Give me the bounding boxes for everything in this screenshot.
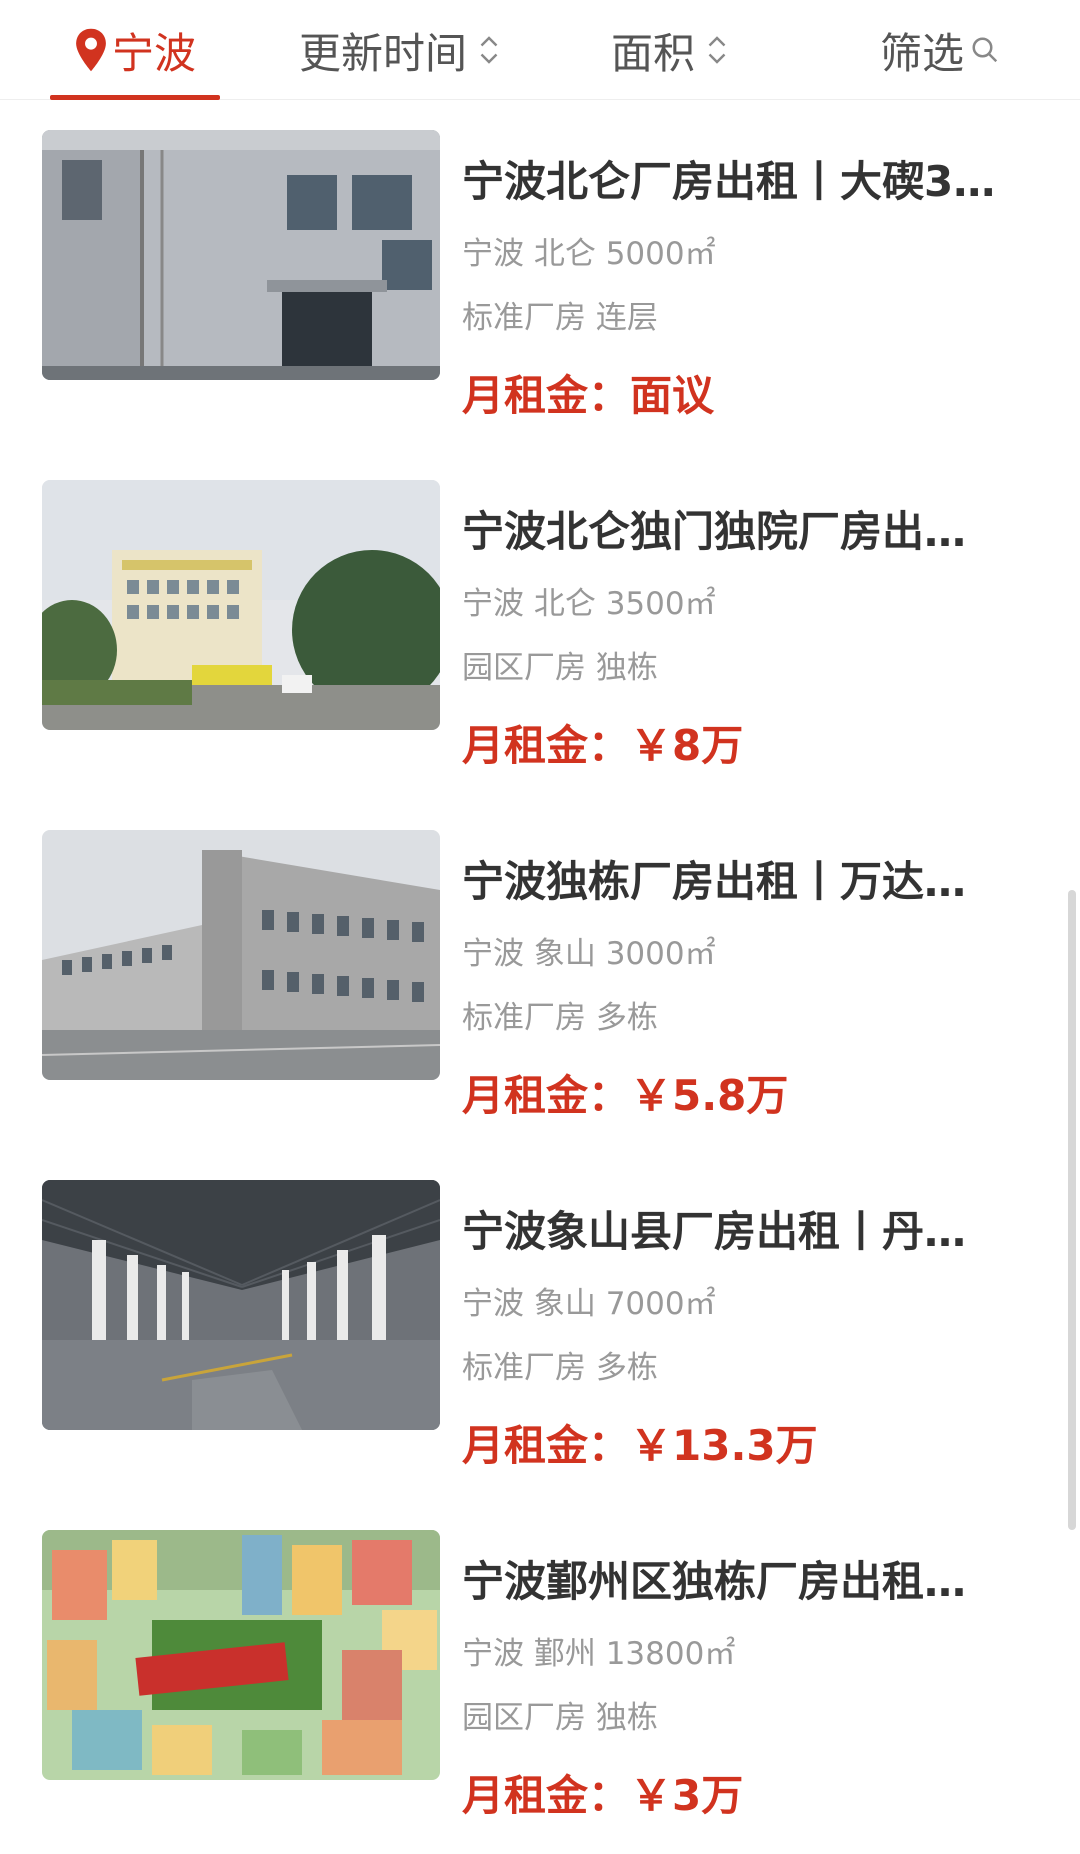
listing-photo — [42, 830, 440, 1080]
sort-updown-icon — [708, 36, 726, 64]
listing-tags: 标准厂房 多栋 — [462, 1350, 658, 1386]
listing-title: 宁波鄞州区独栋厂房出租… — [462, 1557, 967, 1606]
sort-updown-icon — [480, 36, 498, 64]
listing-price: 月租金：￥8万 — [462, 721, 744, 770]
listing-title: 宁波独栋厂房出租丨万达… — [462, 857, 967, 906]
listing-photo — [42, 130, 440, 380]
listing-card[interactable]: 宁波北仑独门独院厂房出… 宁波 北仑 3500㎡ 园区厂房 独栋 月租金：￥8万 — [0, 450, 1080, 800]
sort-by-update-time[interactable]: 更新时间 — [290, 0, 510, 100]
listing-price: 月租金：￥5.8万 — [462, 1071, 789, 1120]
listing-photo — [42, 1180, 440, 1430]
search-icon — [972, 37, 998, 63]
listing-card[interactable]: 宁波独栋厂房出租丨万达… 宁波 象山 3000㎡ 标准厂房 多栋 月租金：￥5.… — [0, 800, 1080, 1150]
listing-location: 宁波 北仑 5000㎡ — [462, 236, 716, 272]
sort-area-label: 面积 — [610, 28, 695, 78]
filter-label: 筛选 — [879, 28, 964, 78]
listing-location: 宁波 象山 7000㎡ — [462, 1286, 716, 1322]
listing-price: 月租金：￥13.3万 — [462, 1421, 818, 1470]
listing-title: 宁波北仑厂房出租丨大碶3… — [462, 157, 996, 206]
listing-tags: 园区厂房 独栋 — [462, 1700, 658, 1736]
sort-by-area[interactable]: 面积 — [600, 0, 740, 100]
listing-tags: 园区厂房 独栋 — [462, 650, 658, 686]
listing-title: 宁波北仑独门独院厂房出… — [462, 507, 967, 556]
listing-card[interactable]: 宁波北仑厂房出租丨大碶3… 宁波 北仑 5000㎡ 标准厂房 连层 月租金：面议 — [0, 100, 1080, 450]
listing-card[interactable]: 宁波象山县厂房出租丨丹… 宁波 象山 7000㎡ 标准厂房 多栋 月租金：￥13… — [0, 1150, 1080, 1500]
listing-price: 月租金：面议 — [462, 371, 715, 420]
city-selector[interactable]: 宁波 — [50, 0, 220, 100]
listing-tags: 标准厂房 多栋 — [462, 1000, 658, 1036]
listing-price: 月租金：￥3万 — [462, 1771, 744, 1820]
filter-button[interactable]: 筛选 — [870, 0, 1010, 100]
listing-card[interactable]: 宁波鄞州区独栋厂房出租… 宁波 鄞州 13800㎡ 园区厂房 独栋 月租金：￥3… — [0, 1500, 1080, 1850]
listing-photo — [42, 480, 440, 730]
listing-tags: 标准厂房 连层 — [462, 300, 658, 336]
scrollbar[interactable] — [1068, 890, 1076, 1530]
sort-time-label: 更新时间 — [298, 28, 467, 78]
city-label: 宁波 — [111, 28, 196, 78]
filter-bar: 宁波 更新时间 面积 筛选 — [0, 0, 1080, 100]
listing-title: 宁波象山县厂房出租丨丹… — [462, 1207, 967, 1256]
listing-location: 宁波 象山 3000㎡ — [462, 936, 716, 972]
listing-location: 宁波 北仑 3500㎡ — [462, 586, 716, 622]
listing-photo — [42, 1530, 440, 1780]
location-pin-icon — [76, 28, 106, 72]
listing-location: 宁波 鄞州 13800㎡ — [462, 1636, 736, 1672]
